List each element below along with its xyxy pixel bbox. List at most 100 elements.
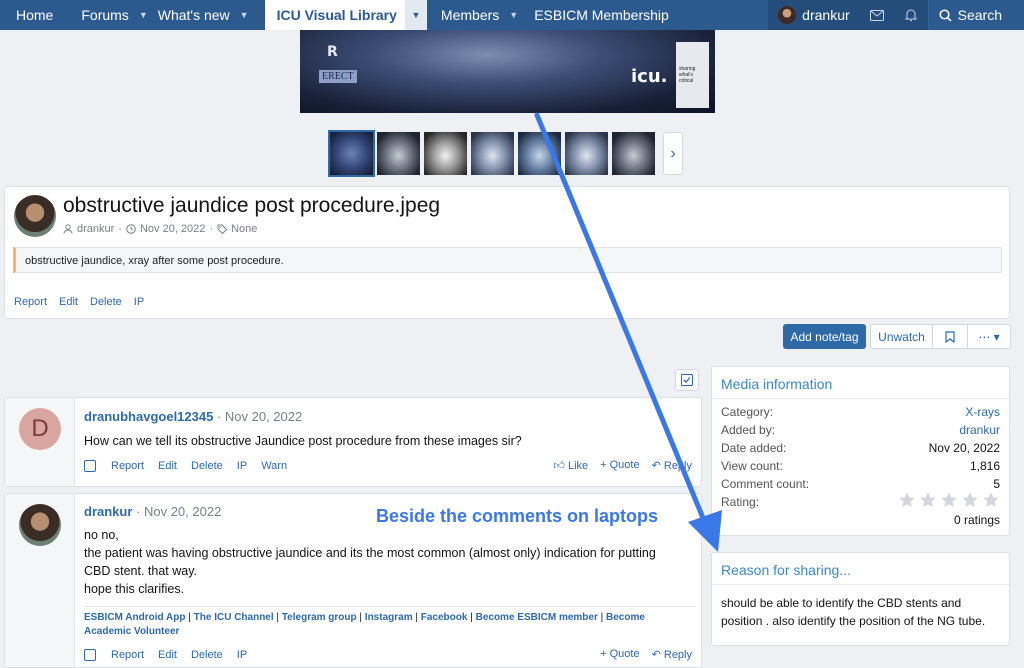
edit-link[interactable]: Edit [59, 296, 78, 308]
star-icon[interactable] [940, 491, 958, 509]
info-label: Comment count: [721, 477, 810, 491]
signature-link[interactable]: Become ESBICM member [476, 612, 598, 623]
select-all-toggle[interactable] [675, 369, 699, 391]
comment-body: How can we tell its obstructive Jaundice… [84, 434, 522, 448]
rating-count: 0 ratings [953, 513, 1000, 527]
media-author[interactable]: drankur [77, 223, 114, 235]
signature-link[interactable]: ESBICM Android App [84, 612, 185, 623]
comment-gutter: D [5, 398, 75, 486]
nav-icu-visual-library[interactable]: ICU Visual Library ▼ [264, 0, 427, 30]
thumbnail[interactable] [612, 132, 655, 175]
report-link[interactable]: Report [14, 296, 47, 308]
nav-members[interactable]: Members ▼ [427, 0, 520, 30]
thumbnail[interactable] [424, 132, 467, 175]
delete-link[interactable]: Delete [191, 460, 223, 472]
reply-button[interactable]: ↶ Reply [652, 459, 692, 472]
media-image[interactable]: R ERECT icu. sharing what's critical [300, 30, 715, 113]
ip-link[interactable]: IP [134, 296, 144, 308]
reply-label: Reply [663, 649, 692, 661]
tag-icon [217, 224, 228, 234]
panel-title: Media information [712, 367, 1009, 399]
quote-button[interactable]: + Quote [600, 648, 639, 661]
nav-home[interactable]: Home [0, 0, 53, 30]
more-options-button[interactable]: ⋯ ▾ [968, 325, 1010, 348]
avatar[interactable]: D [19, 408, 61, 450]
avatar [778, 6, 797, 24]
edit-link[interactable]: Edit [158, 460, 177, 472]
reason-for-sharing-panel: Reason for sharing... should be able to … [711, 552, 1010, 646]
media-information-panel: Media information Category: X-rays Added … [711, 366, 1010, 536]
chevron-down-icon[interactable]: ▼ [240, 10, 249, 20]
delete-link[interactable]: Delete [90, 296, 122, 308]
ip-link[interactable]: IP [237, 649, 247, 661]
added-by-link[interactable]: drankur [959, 423, 1000, 437]
delete-link[interactable]: Delete [191, 649, 223, 661]
star-icon[interactable] [982, 491, 1000, 509]
warn-link[interactable]: Warn [261, 460, 287, 472]
quote-button[interactable]: + Quote [600, 459, 639, 472]
chevron-down-icon[interactable]: ▼ [139, 10, 148, 20]
bookmark-button[interactable] [933, 325, 968, 348]
star-icon[interactable] [961, 491, 979, 509]
comment-gutter [5, 494, 75, 667]
chevron-right-icon[interactable]: › [663, 132, 683, 175]
nav-forums[interactable]: Forums ▼ [53, 0, 149, 30]
chevron-down-icon[interactable]: ▼ [509, 10, 518, 20]
signature-link[interactable]: Academic Volunteer [84, 626, 179, 637]
unwatch-button[interactable]: Unwatch [871, 325, 933, 348]
signature-link[interactable]: Telegram group [282, 612, 357, 623]
thumbnail[interactable] [565, 132, 608, 175]
comment-header: dranubhavgoel12345 · Nov 20, 2022 [84, 409, 303, 424]
comment-body: no no, the patient was having obstructiv… [84, 526, 656, 598]
select-checkbox[interactable] [84, 459, 96, 472]
signature-link[interactable]: The ICU Channel [194, 612, 274, 623]
thumbnail[interactable] [471, 132, 514, 175]
media-toolbar: Unwatch ⋯ ▾ [870, 324, 1011, 349]
reason-text: should be able to identify the CBD stent… [721, 596, 986, 628]
ip-link[interactable]: IP [237, 460, 247, 472]
comment-author[interactable]: drankur [84, 504, 132, 519]
signature-link[interactable]: Facebook [421, 612, 468, 623]
nav-account-area: drankur Search [768, 0, 1024, 30]
like-button[interactable]: 👍︎ Like [553, 459, 588, 472]
reply-button[interactable]: ↶ Reply [652, 648, 692, 661]
comment-date[interactable]: Nov 20, 2022 [225, 409, 302, 424]
chevron-down-icon[interactable]: ▼ [404, 0, 427, 30]
watermark-logo: icu. [631, 66, 668, 87]
info-value: 5 [993, 477, 1000, 491]
category-link[interactable]: X-rays [965, 405, 1000, 419]
comment-date[interactable]: Nov 20, 2022 [144, 504, 221, 519]
comment-author[interactable]: dranubhavgoel12345 [84, 409, 213, 424]
select-checkbox[interactable] [84, 648, 96, 661]
signature-link[interactable]: Instagram [365, 612, 413, 623]
info-row: Date added: Nov 20, 2022 [721, 441, 1000, 455]
info-label: View count: [721, 459, 783, 473]
report-link[interactable]: Report [111, 460, 144, 472]
nav-whats-new[interactable]: What's new ▼ [150, 0, 251, 30]
nav-esbicm-membership[interactable]: ESBICM Membership [520, 0, 669, 30]
edit-link[interactable]: Edit [158, 649, 177, 661]
bell-icon[interactable] [894, 0, 928, 30]
report-link[interactable]: Report [111, 649, 144, 661]
inbox-icon[interactable] [860, 0, 894, 30]
nav-members-label: Members [440, 7, 500, 23]
user-icon [63, 224, 73, 234]
avatar[interactable] [19, 504, 61, 546]
info-row: Added by: drankur [721, 423, 1000, 437]
thumbnail[interactable] [328, 130, 375, 177]
signature-link[interactable]: Become [606, 612, 645, 623]
comment-actions: Report Edit Delete IP + Quote ↶ Reply [84, 648, 692, 661]
account-menu[interactable]: drankur [768, 0, 859, 30]
thumbnail[interactable] [518, 132, 561, 175]
add-note-tag-button[interactable]: Add note/tag [783, 324, 866, 349]
star-icon[interactable] [898, 491, 916, 509]
info-value: Nov 20, 2022 [928, 441, 1000, 455]
page-title: obstructive jaundice post procedure.jpeg [63, 194, 441, 217]
thumbnail[interactable] [377, 132, 420, 175]
avatar[interactable] [14, 195, 56, 237]
search-button[interactable]: Search [927, 0, 1024, 30]
media-header: obstructive jaundice post procedure.jpeg… [4, 186, 1010, 319]
search-label: Search [957, 7, 1002, 23]
star-icon[interactable] [919, 491, 937, 509]
rating-stars[interactable] [898, 491, 1000, 509]
